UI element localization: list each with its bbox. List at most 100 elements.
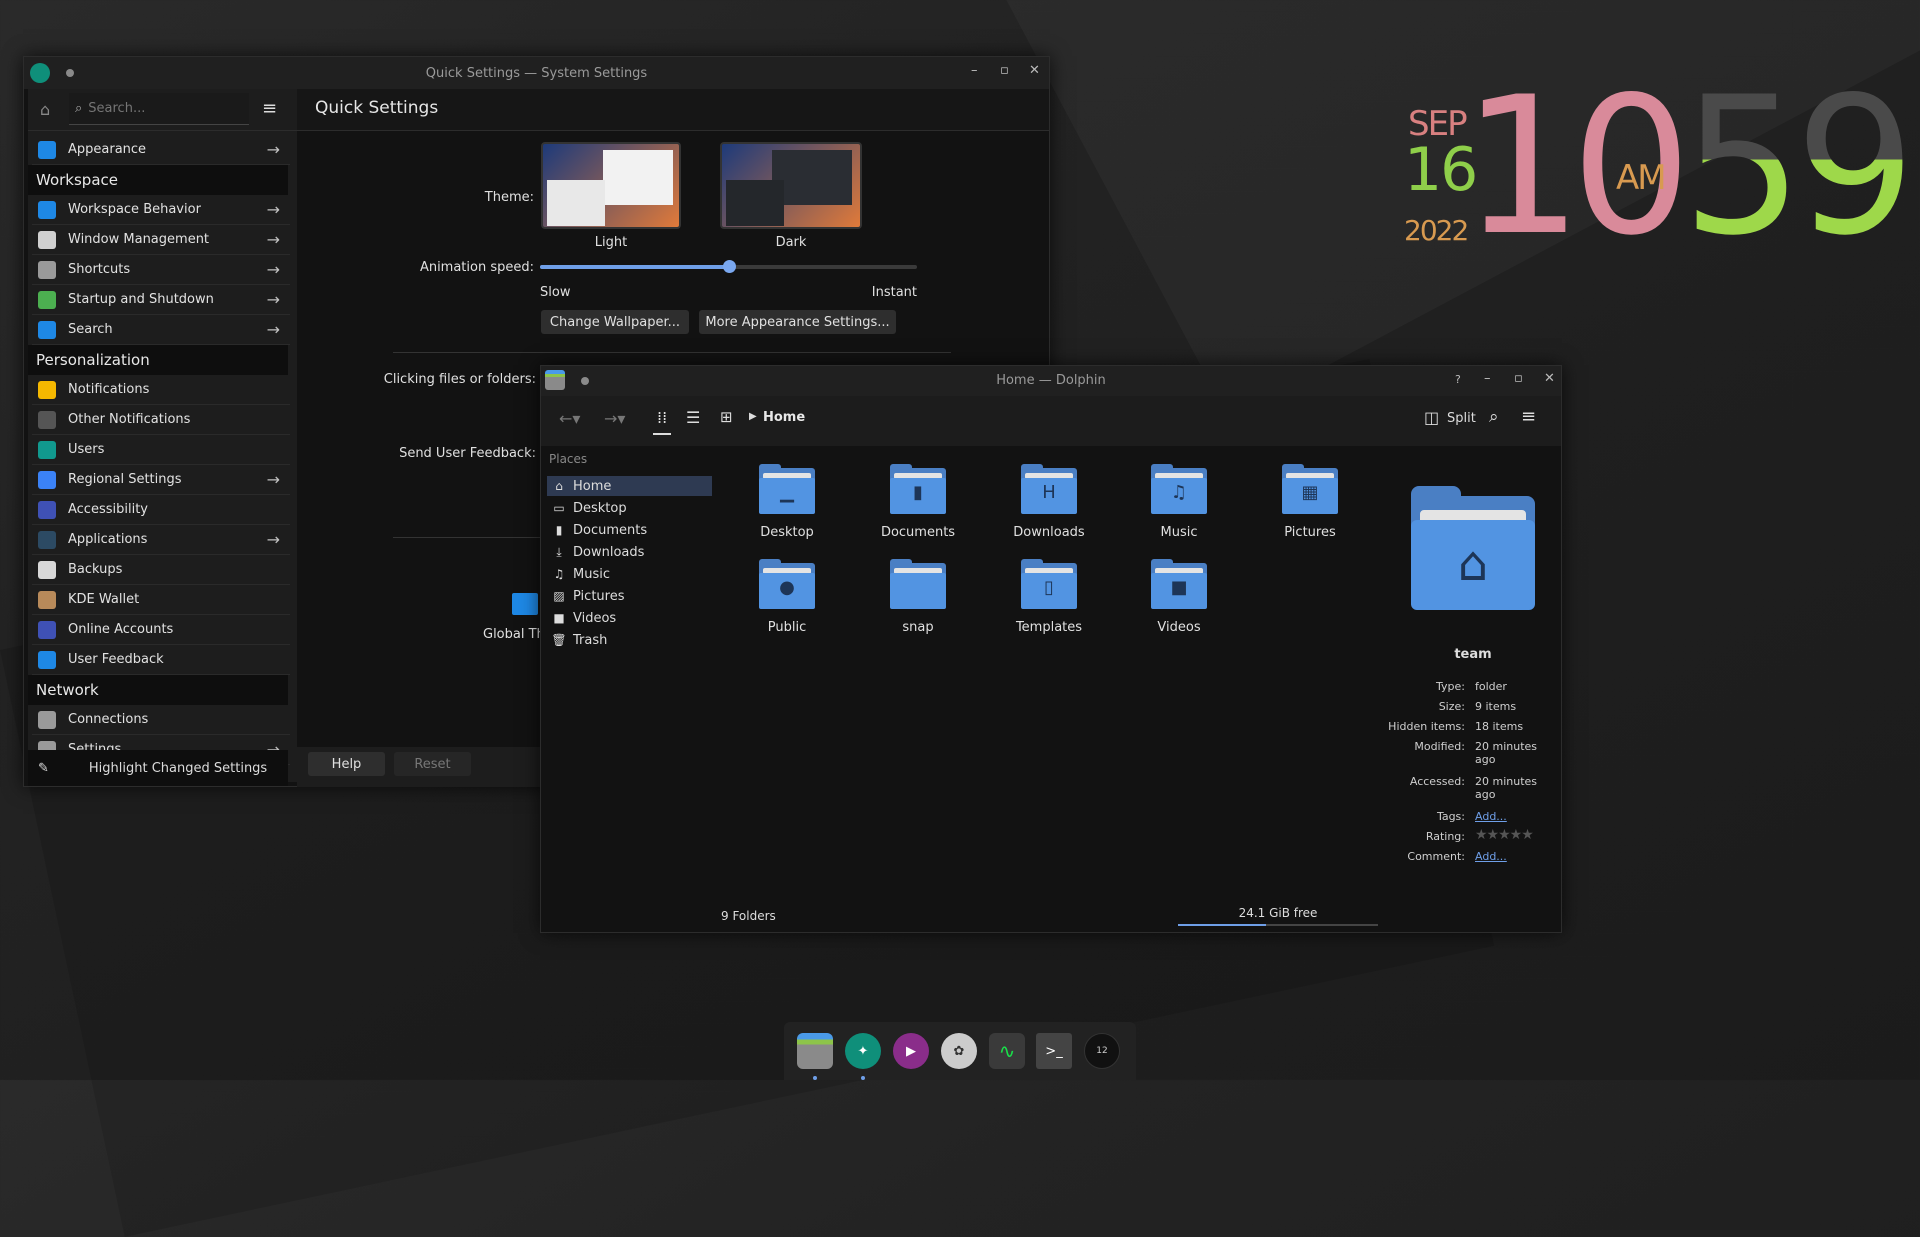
sidebar-item-label: Notifications bbox=[68, 382, 150, 397]
global-theme-icon[interactable] bbox=[512, 593, 538, 615]
sidebar-item-window-management[interactable]: Window Management → bbox=[32, 225, 290, 255]
sidebar-item-workspace-behavior[interactable]: Workspace Behavior → bbox=[32, 195, 290, 225]
places-item-videos[interactable]: ■ Videos bbox=[547, 608, 712, 628]
theme-light-thumbnail[interactable] bbox=[541, 142, 681, 229]
dolphin-icon[interactable] bbox=[797, 1033, 833, 1069]
system-settings-icon[interactable]: ✦ bbox=[845, 1033, 881, 1069]
breadcrumb-home[interactable]: Home bbox=[763, 410, 805, 425]
arrow-right-icon: → bbox=[266, 320, 280, 339]
terminal-icon[interactable]: >_ bbox=[1036, 1033, 1072, 1069]
places-item-music[interactable]: ♫ Music bbox=[547, 564, 712, 584]
sidebar-item-kde-wallet[interactable]: KDE Wallet bbox=[32, 585, 290, 615]
clicking-files-label: Clicking files or folders: bbox=[383, 372, 536, 387]
hamburger-menu-icon[interactable]: ≡ bbox=[262, 98, 277, 119]
help-button[interactable]: Help bbox=[308, 752, 385, 776]
arrow-right-icon: → bbox=[266, 230, 280, 249]
sidebar-item-label: Users bbox=[68, 442, 105, 457]
rating-stars[interactable]: ★★★★★ bbox=[1475, 827, 1555, 843]
places-item-desktop[interactable]: ▭ Desktop bbox=[547, 498, 712, 518]
search-field[interactable]: ⌕ bbox=[69, 93, 249, 125]
videos-icon: ■ bbox=[553, 611, 565, 625]
search-input[interactable] bbox=[88, 101, 229, 116]
reset-button[interactable]: Reset bbox=[394, 752, 471, 776]
folder-label: Pictures bbox=[1284, 525, 1336, 540]
appearance-icon bbox=[38, 140, 56, 159]
add-link[interactable]: Add... bbox=[1475, 850, 1555, 863]
folder-label: snap bbox=[902, 620, 934, 635]
maximize-button[interactable]: ▫ bbox=[1000, 63, 1009, 78]
page-title: Quick Settings bbox=[315, 98, 439, 118]
folder-label: Music bbox=[1160, 525, 1198, 540]
network-icon bbox=[38, 710, 56, 729]
folder-music-icon: ♫ bbox=[1151, 464, 1207, 514]
send-user-feedback-label: Send User Feedback: bbox=[399, 446, 536, 461]
minimize-button[interactable]: – bbox=[1484, 371, 1491, 386]
sidebar-item-startup-and-shutdown[interactable]: Startup and Shutdown → bbox=[32, 285, 290, 315]
theme-dark-thumbnail[interactable] bbox=[720, 142, 862, 229]
sidebar-item-shortcuts[interactable]: Shortcuts → bbox=[32, 255, 290, 285]
hamburger-menu-icon[interactable]: ≡ bbox=[1521, 406, 1536, 427]
clock-icon[interactable]: 12 bbox=[1084, 1033, 1120, 1069]
folder-label: Public bbox=[767, 620, 807, 635]
sidebar-item-user-feedback[interactable]: User Feedback bbox=[32, 645, 290, 675]
animation-speed-label: Animation speed: bbox=[419, 260, 534, 275]
details-view-button[interactable]: ☰ bbox=[686, 408, 700, 427]
icons-view-button[interactable]: ⁞⁞ bbox=[653, 408, 672, 435]
minimize-button[interactable]: – bbox=[971, 63, 978, 78]
arrow-right-icon: → bbox=[266, 470, 280, 489]
change-wallpaper-button[interactable]: Change Wallpaper... bbox=[541, 310, 689, 334]
places-item-home[interactable]: ⌂ Home bbox=[547, 476, 712, 496]
highlight-changed-settings-button[interactable]: ✎ Highlight Changed Settings bbox=[28, 750, 288, 786]
sidebar-item-applications[interactable]: Applications → bbox=[32, 525, 290, 555]
sidebar-item-other-notifications[interactable]: Other Notifications bbox=[32, 405, 290, 435]
info-key: Tags: bbox=[1436, 810, 1465, 823]
sidebar-item-connections[interactable]: Connections bbox=[32, 705, 290, 735]
title-bar[interactable]: Quick Settings — System Settings – ▫ ✕ bbox=[24, 57, 1049, 89]
preview-name: team bbox=[1454, 647, 1492, 662]
animation-speed-slider[interactable] bbox=[540, 260, 917, 273]
search-icon[interactable]: ⌕ bbox=[1489, 407, 1499, 427]
info-key: Size: bbox=[1438, 700, 1465, 713]
theme-label: Theme: bbox=[484, 190, 534, 205]
help-button[interactable]: ? bbox=[1455, 373, 1461, 386]
sidebar-item-users[interactable]: Users bbox=[32, 435, 290, 465]
back-button[interactable]: ←▾ bbox=[559, 409, 580, 428]
sidebar-item-search[interactable]: Search → bbox=[32, 315, 290, 345]
sidebar-header: ⌂ ⌕ ≡ bbox=[28, 89, 297, 131]
title-bar[interactable]: Home — Dolphin ? – ▫ ✕ bbox=[541, 366, 1561, 396]
split-button[interactable]: Split bbox=[1447, 411, 1476, 426]
split-icon[interactable]: ◫ bbox=[1424, 408, 1439, 427]
sidebar-item-label: Other Notifications bbox=[68, 412, 191, 427]
close-button[interactable]: ✕ bbox=[1029, 63, 1040, 78]
sidebar-item-appearance[interactable]: Appearance → bbox=[32, 135, 290, 165]
forward-button[interactable]: →▾ bbox=[604, 409, 625, 428]
arrow-right-icon: → bbox=[266, 530, 280, 549]
page-header: Quick Settings bbox=[297, 89, 1049, 131]
places-item-label: Home bbox=[573, 478, 612, 494]
system-monitor-icon[interactable]: ∿ bbox=[989, 1033, 1025, 1069]
media-player-icon[interactable]: ▶ bbox=[893, 1033, 929, 1069]
places-item-downloads[interactable]: ⤓ Downloads bbox=[547, 542, 712, 562]
tree-view-button[interactable]: ⊞ bbox=[720, 408, 733, 426]
close-button[interactable]: ✕ bbox=[1544, 371, 1555, 386]
search-icon bbox=[38, 320, 56, 339]
slider-handle[interactable] bbox=[722, 260, 736, 273]
sidebar-item-accessibility[interactable]: Accessibility bbox=[32, 495, 290, 525]
toolbar: ←▾ →▾ ⁞⁞ ☰ ⊞ ▶ Home ◫ Split ⌕ ≡ bbox=[541, 396, 1561, 446]
video-editor-icon[interactable]: ✿ bbox=[941, 1033, 977, 1069]
sidebar-item-online-accounts[interactable]: Online Accounts bbox=[32, 615, 290, 645]
more-appearance-settings-button[interactable]: More Appearance Settings... bbox=[699, 310, 896, 334]
sidebar-item-label: Startup and Shutdown bbox=[68, 292, 214, 307]
add-link[interactable]: Add... bbox=[1475, 810, 1555, 823]
places-item-documents[interactable]: ▮ Documents bbox=[547, 520, 712, 540]
sidebar-item-label: Online Accounts bbox=[68, 622, 174, 637]
maximize-button[interactable]: ▫ bbox=[1514, 371, 1523, 386]
language-icon bbox=[38, 470, 56, 489]
places-item-pictures[interactable]: ▨ Pictures bbox=[547, 586, 712, 606]
places-item-trash[interactable]: 🗑 Trash bbox=[547, 630, 712, 650]
sidebar-item-backups[interactable]: Backups bbox=[32, 555, 290, 585]
sidebar-item-notifications[interactable]: Notifications bbox=[32, 375, 290, 405]
home-icon[interactable]: ⌂ bbox=[40, 100, 50, 119]
running-indicator bbox=[861, 1076, 865, 1080]
sidebar-item-regional-settings[interactable]: Regional Settings → bbox=[32, 465, 290, 495]
